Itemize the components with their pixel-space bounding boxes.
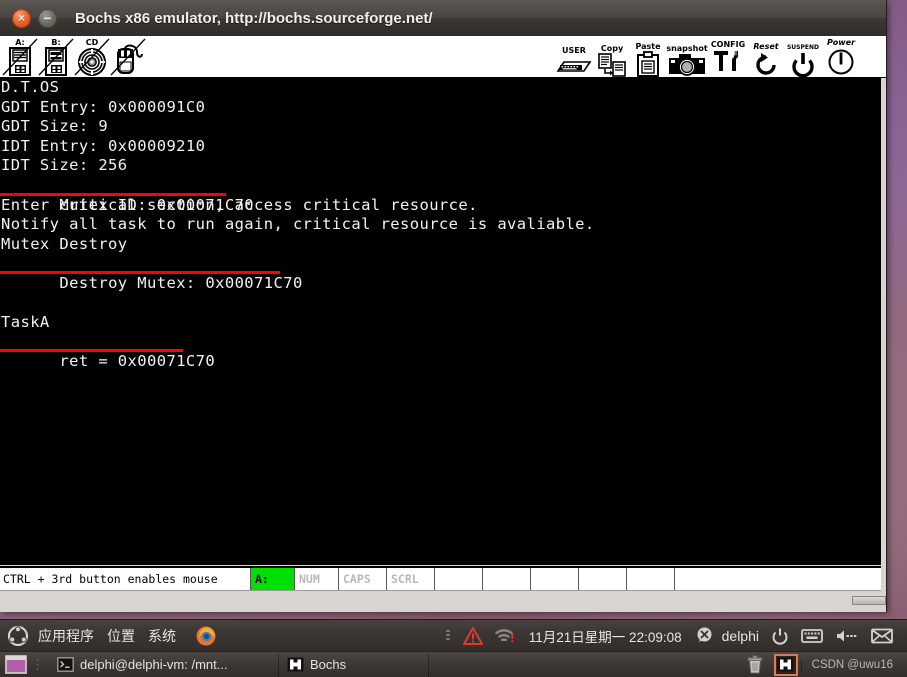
status-badge-num[interactable]: NUM bbox=[294, 568, 338, 590]
mouse-icon[interactable] bbox=[110, 37, 146, 77]
reset-icon[interactable]: Reset bbox=[748, 37, 784, 77]
taskbar-item-terminal[interactable]: delphi@delphi-vm: /mnt... bbox=[49, 653, 279, 676]
screen-line: IDT Size: 256 bbox=[1, 156, 128, 175]
copy-icon[interactable]: Copy bbox=[594, 37, 630, 77]
window-list-grip[interactable]: ⋮ bbox=[31, 657, 44, 673]
paste-icon[interactable]: Paste bbox=[630, 37, 666, 77]
statusbar-message: CTRL + 3rd button enables mouse bbox=[3, 572, 218, 586]
tools-icon[interactable]: CONFIG bbox=[708, 37, 748, 77]
status-cell-empty bbox=[434, 568, 482, 590]
menu-places[interactable]: 位置 bbox=[107, 626, 135, 646]
screen-line: Enter critical section, access critical … bbox=[1, 195, 478, 214]
status-badge-caps[interactable]: CAPS bbox=[338, 568, 386, 590]
power-button-label: Power bbox=[826, 38, 856, 47]
scrollbar-nub[interactable] bbox=[852, 596, 886, 605]
ubuntu-logo-icon[interactable] bbox=[8, 625, 28, 646]
screen-line-blank bbox=[0, 294, 881, 314]
bochs-window: × − Bochs x86 emulator, http://bochs.sou… bbox=[0, 0, 887, 612]
bochs-window-thumbnail[interactable] bbox=[773, 653, 798, 676]
copy-button-label: Copy bbox=[600, 44, 624, 53]
screen-line: D.T.OS bbox=[1, 78, 60, 96]
status-cell-empty bbox=[578, 568, 626, 590]
clock[interactable]: 11月21日星期一 22:09:08 bbox=[529, 626, 682, 646]
config-button-label: CONFIG bbox=[710, 40, 746, 49]
window-titlebar[interactable]: × − Bochs x86 emulator, http://bochs.sou… bbox=[0, 0, 886, 36]
menu-applications[interactable]: 应用程序 bbox=[38, 626, 94, 646]
screen-line: GDT Size: 9 bbox=[1, 117, 109, 136]
screen-line-highlighted: Destroy Mutex: 0x00071C70 bbox=[0, 254, 881, 292]
screen-line: Notify all task to run again, critical r… bbox=[1, 215, 595, 234]
status-cell-empty bbox=[674, 568, 881, 590]
menu-system[interactable]: 系统 bbox=[148, 626, 176, 646]
suspend-icon[interactable]: suspend bbox=[784, 37, 822, 77]
screen-line: GDT Entry: 0x000091C0 bbox=[1, 97, 206, 116]
screen-line: Mutex Destroy bbox=[1, 234, 128, 253]
username-label[interactable]: delphi bbox=[722, 628, 759, 644]
keyboard-layout-icon[interactable] bbox=[801, 627, 823, 644]
mail-icon[interactable] bbox=[871, 628, 893, 644]
status-badge-floppy[interactable]: A: bbox=[250, 568, 294, 590]
taskbar-tray: CSDN @uwu16 bbox=[739, 653, 907, 676]
camera-icon[interactable]: snapshot bbox=[666, 37, 708, 77]
screen-line: TaskA bbox=[1, 313, 50, 332]
paste-button-label: Paste bbox=[635, 42, 661, 51]
cdrom-label: CD bbox=[85, 38, 99, 47]
screen-line-text: ret = 0x00071C70 bbox=[59, 352, 216, 371]
panel-tray: 11月21日星期一 22:09:08 delphi bbox=[439, 626, 907, 646]
ubuntu-window-list: ⋮ delphi@delphi-vm: /mnt... Bochs CSDN @… bbox=[0, 651, 907, 677]
floppy-b-label: B: bbox=[51, 38, 61, 47]
emulator-screen[interactable]: D.T.OS GDT Entry: 0x000091C0 GDT Size: 9… bbox=[0, 78, 881, 565]
red-underline bbox=[0, 349, 183, 353]
wifi-icon[interactable] bbox=[495, 627, 515, 645]
watermark-label: CSDN @uwu16 bbox=[800, 658, 903, 671]
reset-button-label: Reset bbox=[753, 42, 779, 51]
power-icon[interactable]: Power bbox=[822, 37, 860, 77]
firefox-icon[interactable] bbox=[195, 625, 217, 647]
ubuntu-top-panel: 应用程序 位置 系统 11月21日星期一 22:09:08 delphi bbox=[0, 619, 907, 651]
status-cell-empty bbox=[626, 568, 674, 590]
suspend-button-label: suspend bbox=[786, 42, 819, 51]
user-button-label: USER bbox=[562, 46, 586, 55]
screen-line: IDT Entry: 0x00009210 bbox=[1, 136, 206, 155]
messaging-icon[interactable] bbox=[445, 628, 451, 644]
power-icon[interactable] bbox=[771, 627, 789, 645]
keyboard-icon[interactable]: USER bbox=[554, 37, 594, 77]
bochs-icon bbox=[287, 657, 304, 672]
trash-icon[interactable] bbox=[745, 655, 765, 675]
taskbar-item-label: delphi@delphi-vm: /mnt... bbox=[80, 657, 228, 672]
status-badge-scrl[interactable]: SCRL bbox=[386, 568, 434, 590]
volume-icon[interactable] bbox=[835, 628, 859, 644]
taskbar-item-bochs[interactable]: Bochs bbox=[279, 653, 429, 676]
status-cell-empty bbox=[482, 568, 530, 590]
toolbar-action-group: USER Copy Paste snapshot CONFIG Reset su… bbox=[554, 37, 860, 77]
close-icon[interactable]: × bbox=[12, 8, 31, 28]
screen-line-blank bbox=[0, 274, 881, 294]
terminal-icon bbox=[57, 657, 74, 672]
status-cell-empty bbox=[530, 568, 578, 590]
floppy-a-label: A: bbox=[15, 38, 25, 47]
show-desktop-icon[interactable] bbox=[3, 654, 29, 676]
minimize-icon[interactable]: − bbox=[38, 8, 57, 28]
floppy-a-icon[interactable]: A: bbox=[2, 37, 38, 77]
window-title: Bochs x86 emulator, http://bochs.sourcef… bbox=[75, 9, 433, 27]
screen-line-highlighted: ret = 0x00071C70 bbox=[0, 333, 881, 370]
bochs-statusbar: CTRL + 3rd button enables mouse A: NUM C… bbox=[0, 566, 881, 591]
cdrom-icon[interactable]: CD bbox=[74, 37, 110, 77]
user-status-icon[interactable] bbox=[696, 627, 713, 644]
screen-line-highlighted: Mutex ID: 0x00071C70 bbox=[0, 176, 881, 214]
snapshot-button-label: snapshot bbox=[666, 44, 708, 53]
bochs-toolbar: A: B: CD USER Copy Paste snapshot CONFIG… bbox=[0, 36, 886, 78]
floppy-b-icon[interactable]: B: bbox=[38, 37, 74, 77]
warning-icon[interactable] bbox=[462, 626, 483, 645]
toolbar-drive-group: A: B: CD bbox=[0, 37, 146, 77]
taskbar-item-label: Bochs bbox=[310, 657, 347, 672]
